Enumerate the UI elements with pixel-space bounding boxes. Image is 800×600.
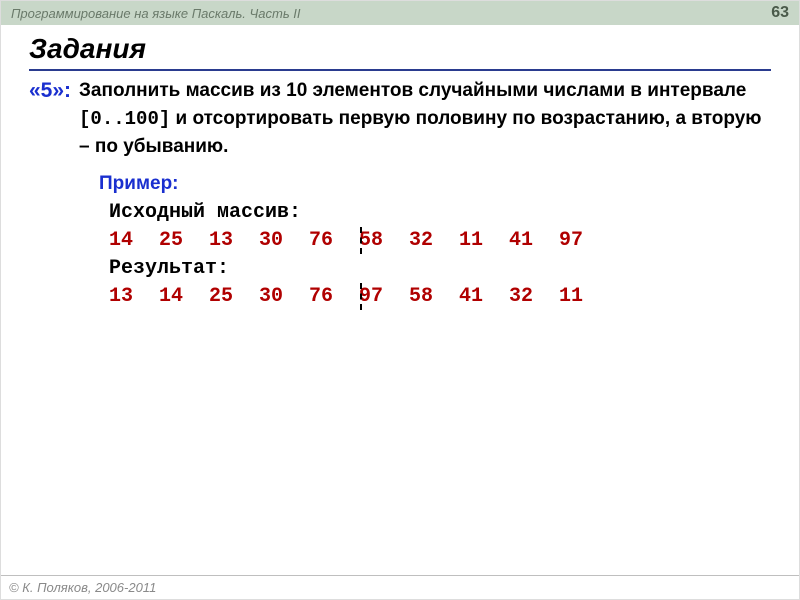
slide-content: Задания «5»: Заполнить массив из 10 элем… [1, 25, 799, 310]
task-text: Заполнить массив из 10 элементов случайн… [79, 77, 771, 161]
array-cell: 11 [559, 283, 609, 310]
array-cell: 97 [359, 283, 409, 310]
array-cell: 14 [159, 283, 209, 310]
task-text-part-1: Заполнить массив из 10 элементов случайн… [79, 80, 746, 101]
task-text-part-2: и отсортировать первую половину по возра… [79, 108, 762, 158]
source-array-label: Исходный массив: [109, 201, 771, 224]
array-cell: 14 [109, 227, 159, 254]
array-cell: 41 [509, 227, 559, 254]
array-cell: 30 [259, 283, 309, 310]
vertical-separator [360, 227, 362, 254]
array-cell: 32 [409, 227, 459, 254]
vertical-separator [360, 283, 362, 310]
copyright: © К. Поляков, 2006-2011 [9, 580, 156, 595]
array-cell: 97 [559, 227, 609, 254]
array-cell: 30 [259, 227, 309, 254]
array-cell: 25 [209, 283, 259, 310]
grade-label: «5»: [29, 77, 71, 104]
example-label: Пример: [99, 173, 771, 195]
result-array-label: Результат: [109, 257, 771, 280]
slide-footer: © К. Поляков, 2006-2011 [1, 575, 799, 599]
array-cell: 76 [309, 283, 359, 310]
array-cell: 41 [459, 283, 509, 310]
array-cell: 25 [159, 227, 209, 254]
array-cell: 13 [109, 283, 159, 310]
source-array: 14 25 13 30 76 58 32 11 41 97 [109, 227, 771, 254]
array-cell: 76 [309, 227, 359, 254]
array-cell: 11 [459, 227, 509, 254]
page-number: 63 [771, 4, 789, 22]
task-row: «5»: Заполнить массив из 10 элементов сл… [29, 77, 771, 161]
array-cell: 58 [359, 227, 409, 254]
result-array: 13 14 25 30 76 97 58 41 32 11 [109, 283, 771, 310]
task-range: [0..100] [79, 108, 170, 130]
array-cell: 58 [409, 283, 459, 310]
array-cell: 32 [509, 283, 559, 310]
section-title: Задания [29, 33, 771, 71]
example-block: Пример: Исходный массив: 14 25 13 30 76 … [99, 173, 771, 310]
header-title: Программирование на языке Паскаль. Часть… [11, 6, 301, 21]
array-cell: 13 [209, 227, 259, 254]
slide-header: Программирование на языке Паскаль. Часть… [1, 1, 799, 25]
